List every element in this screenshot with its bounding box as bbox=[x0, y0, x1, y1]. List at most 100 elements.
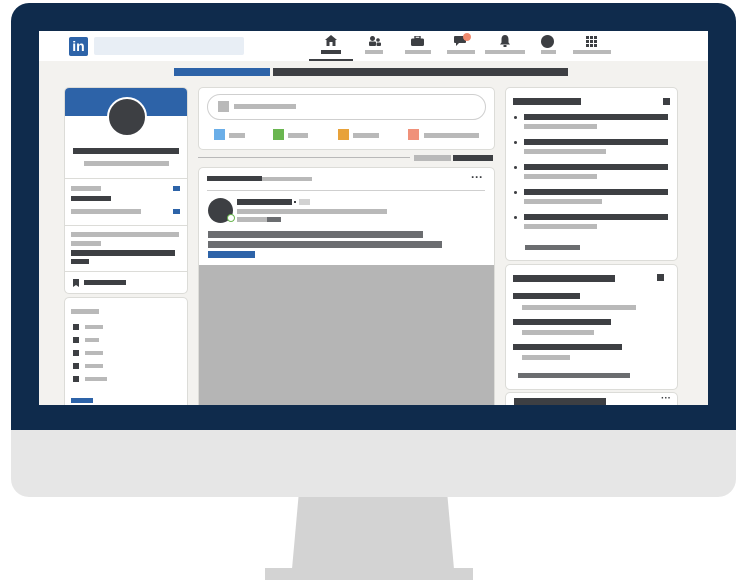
profile-headline bbox=[84, 161, 169, 166]
divider bbox=[65, 178, 187, 179]
my-items-label[interactable] bbox=[84, 280, 126, 285]
bookmark-icon bbox=[73, 279, 79, 287]
video-button[interactable] bbox=[288, 133, 308, 138]
start-post-placeholder bbox=[234, 104, 296, 109]
sort-value[interactable] bbox=[453, 155, 493, 161]
promo-title bbox=[514, 398, 606, 405]
course-title[interactable] bbox=[513, 293, 580, 299]
feed-post: ··· bbox=[198, 167, 495, 405]
profile-card bbox=[64, 87, 188, 294]
news-meta bbox=[524, 124, 597, 129]
pencil-icon bbox=[218, 101, 229, 112]
news-bullet bbox=[514, 216, 517, 219]
nav-label-me bbox=[541, 50, 556, 54]
profile-photo[interactable] bbox=[107, 97, 147, 137]
nav-active-underline bbox=[309, 59, 353, 61]
recent-card bbox=[64, 297, 188, 405]
home-icon bbox=[325, 35, 337, 46]
course-title[interactable] bbox=[513, 344, 622, 350]
profile-viewers-label-2[interactable] bbox=[71, 196, 111, 201]
post-impressions-count bbox=[173, 209, 180, 214]
bell-icon bbox=[500, 35, 510, 47]
news-headline[interactable] bbox=[524, 164, 668, 170]
info-icon[interactable] bbox=[663, 98, 670, 105]
grid-icon bbox=[586, 36, 597, 47]
message-badge bbox=[463, 33, 471, 41]
courses-title bbox=[513, 275, 615, 282]
recent-title bbox=[71, 309, 99, 314]
search-input[interactable] bbox=[94, 37, 244, 55]
recent-item[interactable] bbox=[85, 351, 103, 355]
monitor-foot bbox=[265, 568, 473, 580]
news-bullet bbox=[514, 141, 517, 144]
post-context-name[interactable] bbox=[207, 176, 262, 181]
event-button[interactable] bbox=[353, 133, 379, 138]
info-icon[interactable] bbox=[657, 274, 664, 281]
premium-link-2[interactable] bbox=[71, 259, 89, 264]
divider bbox=[65, 271, 187, 272]
briefcase-icon bbox=[411, 36, 424, 46]
course-meta bbox=[522, 305, 636, 310]
share-box bbox=[198, 87, 495, 150]
nav-label-jobs bbox=[405, 50, 431, 54]
see-more-link[interactable] bbox=[208, 251, 255, 258]
post-context-text bbox=[262, 177, 312, 181]
courses-card bbox=[505, 264, 678, 390]
post-impressions-label[interactable] bbox=[71, 209, 141, 214]
banner-text bbox=[273, 68, 568, 76]
screen: in ··· ··· bbox=[39, 31, 708, 405]
recent-item-icon bbox=[73, 324, 79, 330]
author-headline bbox=[237, 209, 387, 214]
photo-button[interactable] bbox=[229, 133, 245, 138]
banner-link[interactable] bbox=[174, 68, 270, 76]
article-icon bbox=[408, 129, 419, 140]
sort-label bbox=[414, 155, 451, 161]
logo[interactable]: in bbox=[69, 37, 88, 56]
people-icon bbox=[369, 36, 381, 46]
recent-item[interactable] bbox=[85, 377, 107, 381]
recent-item[interactable] bbox=[85, 325, 103, 329]
write-article-button[interactable] bbox=[424, 133, 479, 138]
news-meta bbox=[524, 199, 602, 204]
news-meta bbox=[524, 174, 597, 179]
post-image[interactable] bbox=[199, 265, 494, 405]
promo-card: ··· bbox=[505, 392, 678, 405]
post-text-line bbox=[208, 241, 442, 248]
show-more-courses-link[interactable] bbox=[518, 373, 630, 378]
monitor-chin bbox=[11, 430, 736, 497]
news-headline[interactable] bbox=[524, 139, 668, 145]
nav-label-messaging bbox=[447, 50, 475, 54]
nav-label-network bbox=[365, 50, 383, 54]
recent-item[interactable] bbox=[85, 364, 103, 368]
profile-viewers-count bbox=[173, 186, 180, 191]
profile-viewers-label[interactable] bbox=[71, 186, 101, 191]
news-headline[interactable] bbox=[524, 114, 668, 120]
more-options-icon[interactable]: ··· bbox=[471, 171, 483, 183]
divider bbox=[207, 190, 485, 191]
news-bullet bbox=[514, 116, 517, 119]
more-options-icon[interactable]: ··· bbox=[661, 394, 671, 404]
post-visibility-icon bbox=[267, 217, 281, 222]
course-meta bbox=[522, 355, 570, 360]
author-name[interactable] bbox=[237, 199, 292, 205]
premium-link[interactable] bbox=[71, 250, 175, 256]
groups-link[interactable] bbox=[71, 398, 93, 403]
recent-item-icon bbox=[73, 337, 79, 343]
profile-name[interactable] bbox=[73, 148, 179, 154]
recent-item-icon bbox=[73, 350, 79, 356]
premium-text bbox=[71, 232, 179, 237]
nav-label-work bbox=[573, 50, 611, 54]
online-status-dot bbox=[227, 214, 235, 222]
course-title[interactable] bbox=[513, 319, 611, 325]
news-bullet bbox=[514, 191, 517, 194]
recent-item[interactable] bbox=[85, 338, 99, 342]
news-headline[interactable] bbox=[524, 189, 668, 195]
show-more-link[interactable] bbox=[525, 245, 580, 250]
connection-degree-dot bbox=[294, 201, 296, 203]
monitor-neck bbox=[292, 497, 454, 569]
premium-text-2 bbox=[71, 241, 101, 246]
logo-text: in bbox=[72, 38, 85, 54]
news-title bbox=[513, 98, 581, 105]
news-bullet bbox=[514, 166, 517, 169]
news-headline[interactable] bbox=[524, 214, 668, 220]
